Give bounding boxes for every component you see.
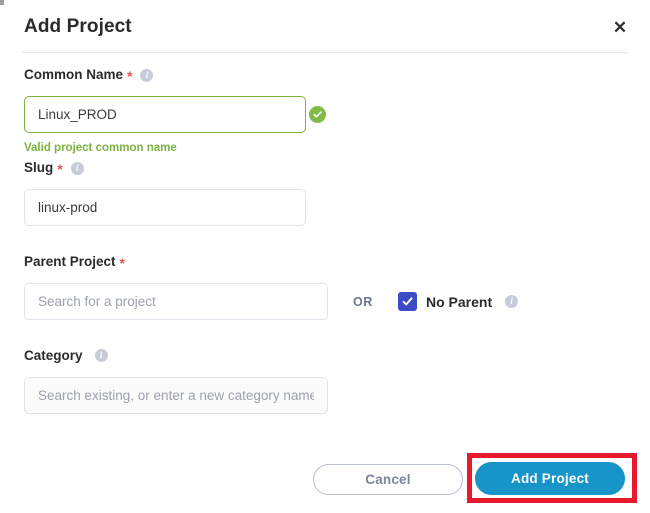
common-name-input[interactable]: [24, 96, 306, 133]
common-name-validation-message: Valid project common name: [24, 142, 177, 154]
required-marker: *: [127, 68, 133, 84]
add-project-dialog: Add Project ✕ Common Name * i Valid proj…: [0, 0, 650, 513]
field-category: Category i: [24, 349, 108, 363]
no-parent-label: No Parent: [426, 293, 493, 310]
parent-project-label-text: Parent Project: [24, 254, 116, 270]
header-divider: [22, 52, 628, 53]
parent-project-search-input[interactable]: [24, 283, 328, 320]
category-label-text: Category: [24, 348, 83, 363]
required-marker: *: [57, 161, 63, 177]
dialog-header: Add Project ✕: [0, 0, 650, 54]
check-circle-icon: [309, 106, 326, 123]
category-label: Category i: [24, 349, 108, 363]
close-icon[interactable]: ✕: [609, 16, 631, 38]
dialog-title: Add Project: [24, 16, 132, 37]
info-icon[interactable]: i: [505, 295, 519, 308]
cancel-button[interactable]: Cancel: [313, 464, 463, 495]
common-name-label-text: Common Name: [24, 67, 124, 83]
no-parent-checkbox-group[interactable]: No Parent i: [398, 292, 519, 311]
info-icon[interactable]: i: [70, 161, 84, 175]
field-parent-project: Parent Project *: [24, 254, 125, 271]
slug-input[interactable]: [24, 189, 306, 226]
no-parent-checkbox[interactable]: [398, 292, 417, 311]
add-project-button[interactable]: Add Project: [475, 462, 625, 495]
field-slug: Slug * i: [24, 160, 84, 177]
slug-label: Slug * i: [24, 160, 84, 177]
slug-label-text: Slug: [24, 160, 54, 176]
parent-project-label: Parent Project *: [24, 254, 125, 271]
required-marker: *: [119, 255, 125, 271]
info-icon[interactable]: i: [94, 349, 108, 363]
info-icon[interactable]: i: [140, 68, 154, 82]
common-name-label: Common Name * i: [24, 67, 154, 84]
category-input[interactable]: [24, 377, 328, 414]
or-separator-label: OR: [353, 295, 373, 309]
field-common-name: Common Name * i: [24, 67, 154, 84]
